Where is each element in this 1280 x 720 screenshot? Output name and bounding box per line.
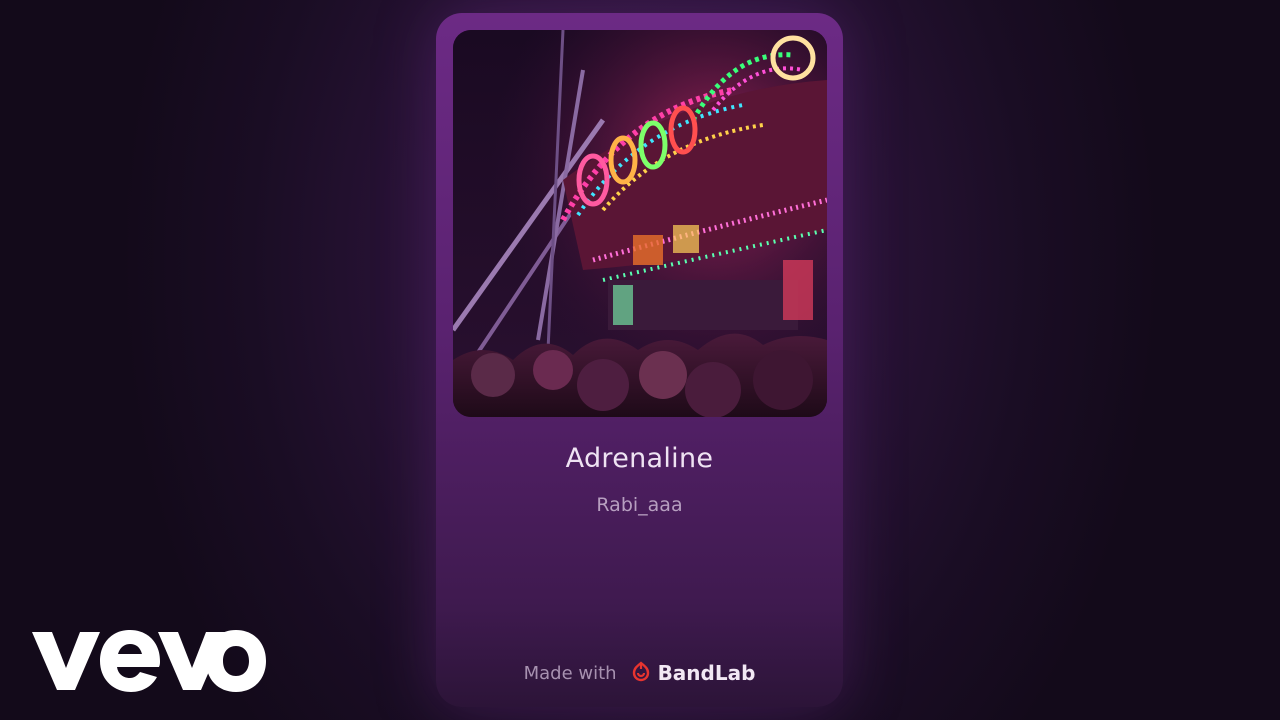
album-cover-image	[453, 30, 827, 417]
video-frame: Adrenaline Rabi_aaa Made with BandLab	[0, 0, 1280, 720]
bandlab-brand[interactable]: BandLab	[629, 659, 756, 687]
made-with-label: Made with	[523, 662, 617, 684]
song-card: Adrenaline Rabi_aaa Made with BandLab	[436, 13, 843, 707]
bandlab-brand-name: BandLab	[657, 661, 756, 685]
track-title: Adrenaline	[565, 443, 714, 474]
bandlab-logo-icon	[629, 659, 653, 687]
vevo-logo	[30, 628, 270, 692]
artist-name: Rabi_aaa	[596, 494, 683, 516]
made-with-footer: Made with BandLab	[436, 659, 843, 687]
